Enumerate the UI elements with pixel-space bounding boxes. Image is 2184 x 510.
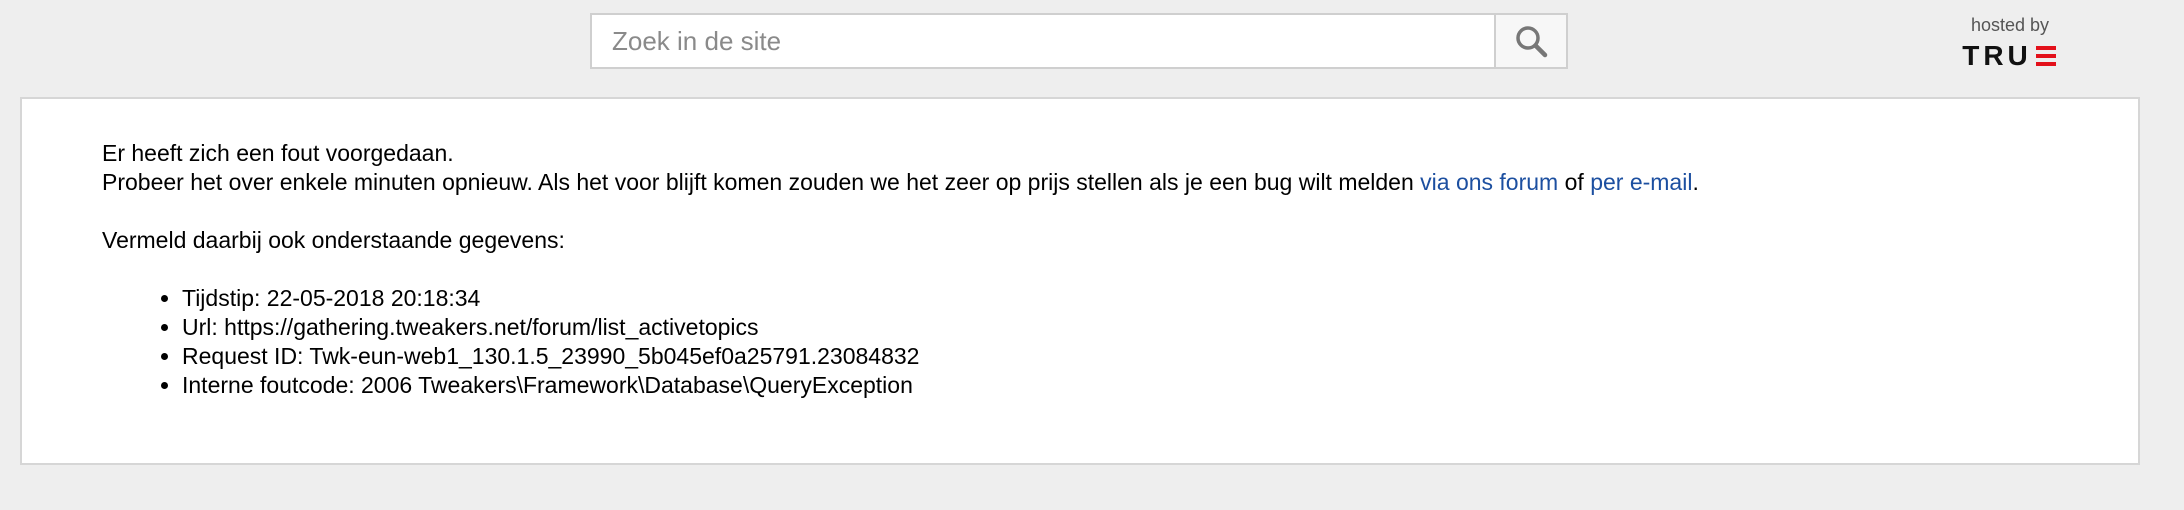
- details-intro: Vermeld daarbij ook onderstaande gegeven…: [102, 227, 565, 253]
- search-button[interactable]: [1494, 15, 1566, 67]
- email-link[interactable]: per e-mail: [1590, 169, 1692, 195]
- hosted-by: hosted by TRU: [1940, 14, 2080, 70]
- error-details-list: Tijdstip: 22-05-2018 20:18:34 Url: https…: [102, 284, 1699, 400]
- true-logo[interactable]: TRU: [1962, 42, 2058, 70]
- error-content: Er heeft zich een fout voorgedaan. Probe…: [102, 139, 1699, 400]
- site-search: [590, 13, 1568, 69]
- error-message-or: of: [1558, 169, 1591, 195]
- detail-error-code: Interne foutcode: 2006 Tweakers\Framewor…: [182, 371, 1699, 400]
- error-message-text: Probeer het over enkele minuten opnieuw.…: [102, 169, 1421, 195]
- error-message: Probeer het over enkele minuten opnieuw.…: [102, 168, 1699, 197]
- error-panel: Er heeft zich een fout voorgedaan. Probe…: [20, 97, 2140, 465]
- forum-link[interactable]: via ons forum: [1420, 169, 1558, 195]
- logo-text: TRU: [1962, 40, 2032, 71]
- error-heading: Er heeft zich een fout voorgedaan.: [102, 140, 454, 166]
- detail-url: Url: https://gathering.tweakers.net/foru…: [182, 313, 1699, 342]
- hosted-by-label: hosted by: [1970, 15, 2050, 35]
- search-input[interactable]: [592, 15, 1494, 67]
- true-logo-icon: [2035, 46, 2056, 66]
- search-icon: [1516, 26, 1548, 58]
- detail-timestamp: Tijdstip: 22-05-2018 20:18:34: [182, 284, 1699, 313]
- error-message-end: .: [1692, 169, 1699, 195]
- detail-request-id: Request ID: Twk-eun-web1_130.1.5_23990_5…: [182, 342, 1699, 371]
- top-bar: hosted by TRU: [0, 0, 2184, 96]
